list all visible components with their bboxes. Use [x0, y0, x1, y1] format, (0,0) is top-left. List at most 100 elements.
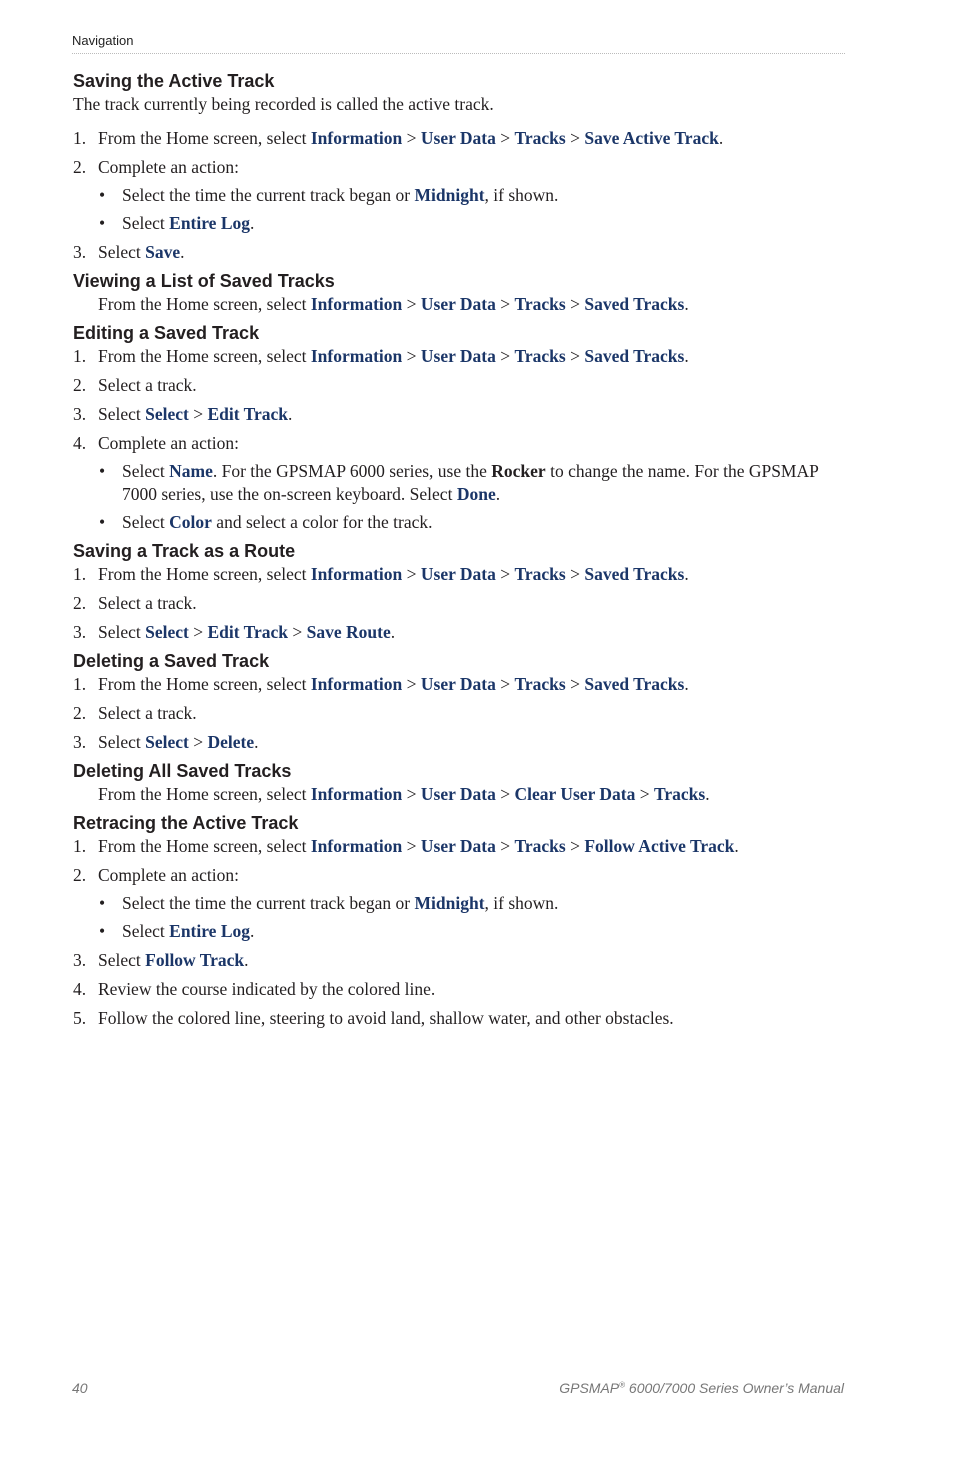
- menu-keyword: Save Active Track: [584, 128, 719, 148]
- menu-keyword: User Data: [420, 784, 496, 804]
- menu-keyword: Tracks: [514, 128, 566, 148]
- numbered-step: 2. Select a track.: [73, 591, 853, 615]
- menu-keyword: Delete: [207, 732, 255, 752]
- section-heading: Viewing a List of Saved Tracks: [73, 271, 335, 291]
- text-run: Select: [98, 732, 146, 752]
- text-run: Select: [122, 512, 170, 532]
- manual-title: GPSMAP® 6000/7000 Series Owner’s Manual: [559, 1380, 844, 1396]
- text-run: Select a track.: [98, 375, 197, 395]
- section-heading: Editing a Saved Track: [73, 323, 260, 343]
- product-name: GPSMAP: [559, 1380, 620, 1396]
- text-run: >: [402, 346, 421, 366]
- text-run: Select: [122, 921, 170, 941]
- numbered-step: 3. Select Follow Track.: [73, 948, 853, 972]
- menu-keyword: Saved Tracks: [584, 294, 685, 314]
- menu-keyword: Follow Track: [145, 950, 245, 970]
- text-run: >: [565, 564, 585, 584]
- menu-keyword: Color: [169, 512, 212, 532]
- step-number: 3.: [73, 950, 87, 970]
- text-run: .: [684, 564, 689, 584]
- menu-keyword: Tracks: [514, 294, 566, 314]
- text-run: >: [402, 836, 421, 856]
- text-run: Complete an action:: [98, 157, 239, 177]
- step-number: 2.: [73, 703, 87, 723]
- section-heading: Saving a Track as a Route: [73, 541, 296, 561]
- step-number: 3.: [73, 404, 87, 424]
- numbered-step: 3. Select Save.: [73, 240, 853, 264]
- menu-keyword: Midnight: [414, 185, 485, 205]
- text-run: From the Home screen, select: [98, 674, 311, 694]
- header-divider: [72, 53, 845, 54]
- menu-keyword: Saved Tracks: [584, 674, 685, 694]
- text-run: .: [390, 622, 396, 642]
- text-run: Complete an action:: [98, 433, 239, 453]
- paragraph: The track currently being recorded is ca…: [73, 92, 853, 116]
- text-run: >: [495, 836, 515, 856]
- text-run: .: [684, 346, 689, 366]
- text-run: .: [495, 484, 501, 504]
- menu-keyword: Tracks: [514, 674, 566, 694]
- menu-keyword: Information: [310, 564, 403, 584]
- step-number: 5.: [73, 1008, 87, 1028]
- text-run: >: [402, 784, 421, 804]
- section: Saving the Active Track The track current…: [73, 70, 853, 264]
- bullet-item: • Select Color and select a color for the…: [73, 511, 853, 534]
- text-run: .: [288, 404, 293, 424]
- section-heading: Deleting a Saved Track: [73, 651, 270, 671]
- text-run: . For the GPSMAP 6000 series, use the: [212, 461, 492, 481]
- step-number: 2.: [73, 865, 87, 885]
- text-run: .: [180, 242, 185, 262]
- step-number: 4.: [73, 433, 87, 453]
- step-number: 1.: [73, 674, 87, 694]
- step-number: 1.: [73, 836, 87, 856]
- menu-keyword: Tracks: [514, 564, 566, 584]
- text-run: .: [244, 950, 249, 970]
- menu-keyword: Saved Tracks: [584, 564, 685, 584]
- numbered-step: 2. Complete an action:: [73, 155, 853, 179]
- text-run: , if shown.: [484, 185, 559, 205]
- text-run: Select: [98, 622, 146, 642]
- text-run: Select the time the current track began …: [122, 185, 415, 205]
- bullet-icon: •: [99, 893, 106, 913]
- step-number: 3.: [73, 732, 87, 752]
- numbered-step: 1. From the Home screen, select Informati…: [73, 126, 853, 150]
- menu-keyword: Tracks: [514, 836, 566, 856]
- section: Saving a Track as a Route 1. From the Home…: [73, 540, 853, 644]
- text-run: Review the course indicated by the color…: [98, 979, 436, 999]
- menu-keyword: Save Route: [306, 622, 391, 642]
- numbered-step: 2. Select a track.: [73, 701, 853, 725]
- paragraph: From the Home screen, select Information…: [73, 292, 853, 316]
- text-run: Complete an action:: [98, 865, 239, 885]
- menu-keyword: Information: [310, 784, 403, 804]
- numbered-step: 3. Select Select > Edit Track > Save Rout…: [73, 620, 853, 644]
- menu-keyword: Select: [145, 622, 189, 642]
- text-run: Select: [98, 950, 146, 970]
- step-number: 1.: [73, 346, 87, 366]
- numbered-step: 5. Follow the colored line, steering to a…: [73, 1006, 853, 1030]
- text-run: , if shown.: [484, 893, 559, 913]
- section-heading: Saving the Active Track: [73, 71, 275, 91]
- menu-keyword: Follow Active Track: [584, 836, 735, 856]
- text-run: >: [188, 404, 208, 424]
- step-number: 2.: [73, 157, 87, 177]
- menu-keyword: Tracks: [514, 346, 566, 366]
- menu-keyword: Edit Track: [207, 404, 289, 424]
- menu-keyword: User Data: [420, 836, 496, 856]
- menu-keyword: Entire Log: [169, 921, 251, 941]
- text-run: Select: [98, 242, 146, 262]
- menu-keyword: Information: [310, 128, 403, 148]
- text-run: Select: [122, 461, 170, 481]
- bullet-icon: •: [99, 921, 106, 941]
- step-number: 1.: [73, 128, 87, 148]
- text-run: .: [254, 732, 259, 752]
- menu-keyword: Clear User Data: [514, 784, 636, 804]
- section: Deleting a Saved Track 1. From the Home sc…: [73, 650, 853, 754]
- step-number: 3.: [73, 242, 87, 262]
- text-run: >: [188, 732, 208, 752]
- section: Deleting All Saved Tracks From the Home s…: [73, 760, 853, 806]
- hardware-key-name: Rocker: [491, 461, 546, 481]
- numbered-step: 2. Select a track.: [73, 373, 853, 397]
- text-run: >: [635, 784, 654, 804]
- text-run: .: [684, 294, 689, 314]
- section: Viewing a List of Saved Tracks From the H…: [73, 270, 853, 316]
